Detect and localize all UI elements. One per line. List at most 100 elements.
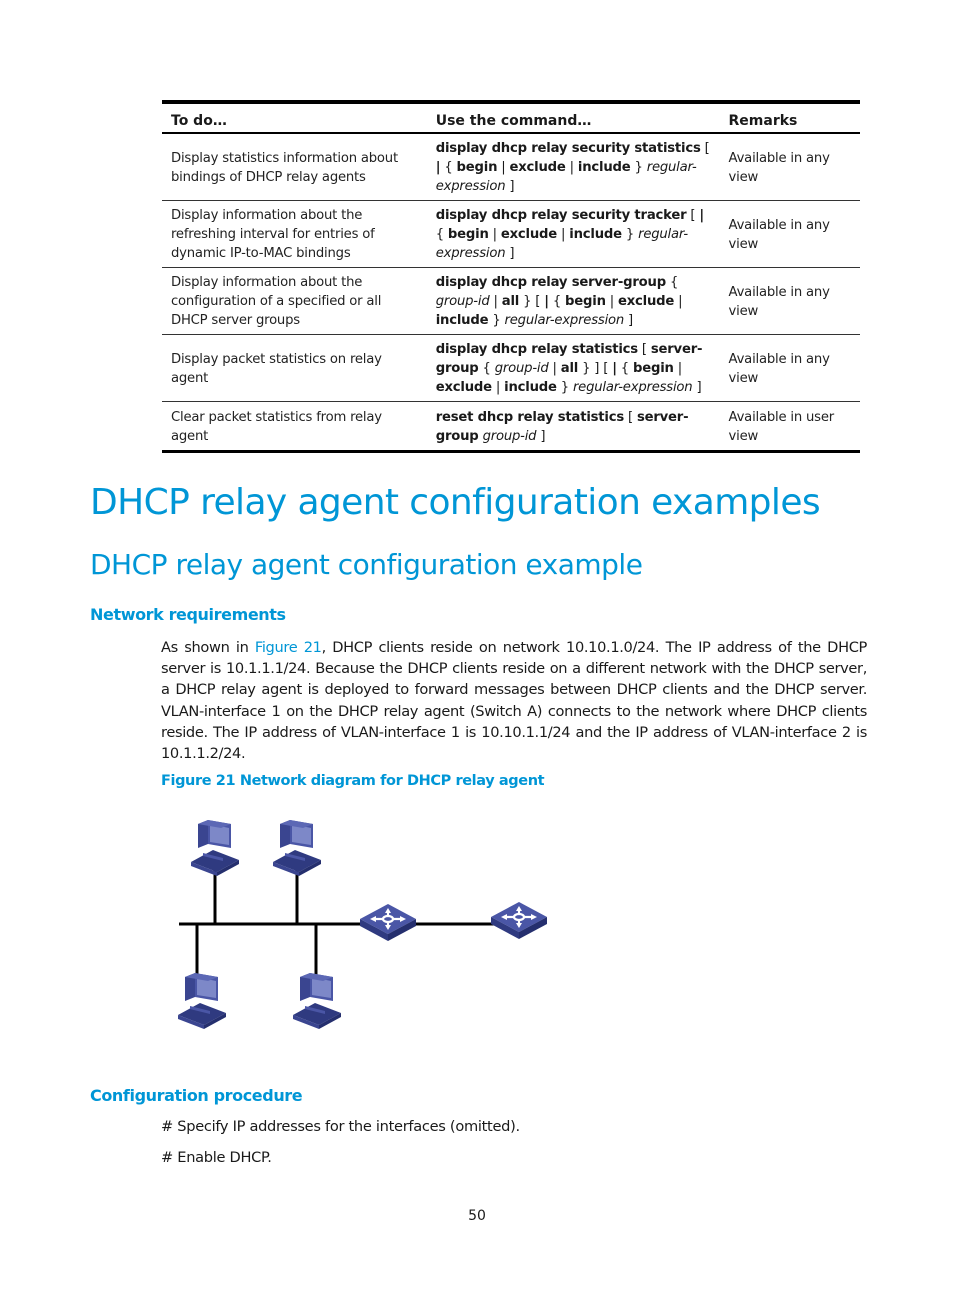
command-keyword: reset dhcp relay statistics xyxy=(435,409,624,425)
command-syntax: } xyxy=(556,380,573,395)
header-todo: To do… xyxy=(162,102,427,134)
remarks-cell: Available in any view xyxy=(719,334,860,402)
table-row: Display information about the configurat… xyxy=(162,267,860,335)
lan-bus xyxy=(179,867,495,985)
command-syntax: } ] [ xyxy=(578,361,613,376)
command-syntax: { xyxy=(440,160,457,175)
command-keyword: begin xyxy=(633,361,674,376)
command-syntax: ] xyxy=(624,313,633,328)
command-keyword: display dhcp relay server-group xyxy=(435,275,666,290)
header-command: Use the command… xyxy=(426,102,720,134)
command-table: To do… Use the command… Remarks Display … xyxy=(162,100,860,453)
command-keyword: all xyxy=(560,361,579,376)
dhcp-client-pc-icon xyxy=(178,973,226,1029)
dhcp-client-pc-icon xyxy=(293,973,341,1029)
command-keyword: begin xyxy=(456,160,498,175)
command-syntax: | xyxy=(673,361,682,376)
command-syntax: { xyxy=(665,275,679,290)
command-syntax: | xyxy=(497,160,510,175)
command-syntax: | xyxy=(491,380,505,395)
network-diagram xyxy=(178,820,549,1029)
dhcp-client-pc-icon xyxy=(191,820,239,876)
command-keyword: exclude xyxy=(509,160,566,175)
table-row: Display statistics information about bin… xyxy=(162,133,860,201)
command-keyword: begin xyxy=(565,294,606,309)
command-syntax: ] xyxy=(692,380,702,395)
command-argument: group-id xyxy=(494,361,549,376)
command-syntax: ] xyxy=(505,179,515,194)
table-row: Display packet statistics on relay agent… xyxy=(162,334,860,402)
command-keyword: include xyxy=(504,380,557,395)
command-syntax: ] xyxy=(505,246,515,261)
todo-cell: Display information about the configurat… xyxy=(162,267,427,335)
todo-cell: Display statistics information about bin… xyxy=(162,133,427,201)
command-keyword: exclude xyxy=(500,227,558,242)
dhcp-client-pc-icon xyxy=(273,820,321,876)
remarks-cell: Available in any view xyxy=(719,200,860,268)
table-row: Clear packet statistics from relay agent… xyxy=(162,402,860,452)
command-syntax: [ xyxy=(686,208,700,223)
header-remarks: Remarks xyxy=(719,102,860,134)
command-keyword: all xyxy=(501,294,520,309)
todo-cell: Display information about the refreshing… xyxy=(162,200,427,268)
paragraph-text: As shown in xyxy=(161,639,255,656)
table-header-row: To do… Use the command… Remarks xyxy=(162,102,860,134)
command-syntax: { xyxy=(616,361,633,376)
command-cell: display dhcp relay server-group { group-… xyxy=(426,267,720,335)
table-row: Display information about the refreshing… xyxy=(162,200,860,268)
command-syntax: { xyxy=(548,294,566,309)
command-syntax: } xyxy=(630,160,647,175)
command-argument: regular-expression xyxy=(572,380,693,395)
command-cell: display dhcp relay statistics [ server-g… xyxy=(426,334,720,402)
command-syntax: | xyxy=(488,227,501,242)
step-comment: # Specify IP addresses for the interface… xyxy=(161,1118,520,1135)
command-syntax: [ xyxy=(637,342,651,357)
command-syntax: [ xyxy=(624,409,637,425)
command-argument: group-id xyxy=(435,294,490,309)
command-keyword: include xyxy=(435,313,489,328)
page-number: 50 xyxy=(468,1208,486,1224)
command-syntax: { xyxy=(478,361,495,376)
command-syntax: } xyxy=(488,313,505,328)
command-keyword: | xyxy=(699,208,704,223)
command-keyword: begin xyxy=(447,227,489,242)
command-syntax: } xyxy=(621,227,639,242)
command-syntax: | xyxy=(557,227,570,242)
command-syntax: | xyxy=(489,294,502,309)
command-syntax: ] xyxy=(536,428,546,444)
command-keyword: exclude xyxy=(435,380,492,395)
remarks-cell: Available in any view xyxy=(719,267,860,335)
remarks-cell: Available in user view xyxy=(728,409,835,444)
network-requirements-heading: Network requirements xyxy=(90,605,286,624)
command-keyword: display dhcp relay security tracker xyxy=(435,208,687,223)
figure-caption: Figure 21 Network diagram for DHCP relay… xyxy=(161,773,545,789)
figure-21-link[interactable]: Figure 21 xyxy=(255,639,322,656)
configuration-procedure-heading: Configuration procedure xyxy=(90,1086,303,1105)
command-syntax: | xyxy=(605,294,618,309)
remarks-cell: Available in any view xyxy=(719,133,860,201)
todo-cell: Clear packet statistics from relay agent xyxy=(171,409,382,444)
command-keyword: include xyxy=(577,160,631,175)
command-keyword: exclude xyxy=(618,294,675,309)
page-title: DHCP relay agent configuration examples xyxy=(90,482,821,523)
command-syntax: | xyxy=(565,160,578,175)
relay-switch-icon xyxy=(358,902,418,943)
todo-cell: Display packet statistics on relay agent xyxy=(162,334,427,402)
network-requirements-paragraph: As shown in Figure 21, DHCP clients resi… xyxy=(161,637,867,764)
server-switch-icon xyxy=(489,900,549,941)
paragraph-text: , DHCP clients reside on network 10.10.1… xyxy=(161,639,867,763)
command-cell: reset dhcp relay statistics [ server-gro… xyxy=(427,402,720,452)
command-cell: display dhcp relay security tracker [ | … xyxy=(426,200,720,268)
command-syntax: { xyxy=(435,227,448,242)
command-keyword: display dhcp relay statistics xyxy=(435,342,638,357)
command-syntax: | xyxy=(674,294,683,309)
step-comment: # Enable DHCP. xyxy=(161,1149,272,1166)
command-cell: display dhcp relay security statistics [… xyxy=(426,133,720,201)
command-syntax: [ xyxy=(700,141,710,156)
command-argument: regular-expression xyxy=(504,313,625,328)
command-syntax: } [ xyxy=(519,294,545,309)
command-keyword: display dhcp relay security statistics xyxy=(435,141,701,156)
section-title: DHCP relay agent configuration example xyxy=(90,548,643,581)
command-keyword: include xyxy=(569,227,622,242)
command-syntax: | xyxy=(548,361,561,376)
